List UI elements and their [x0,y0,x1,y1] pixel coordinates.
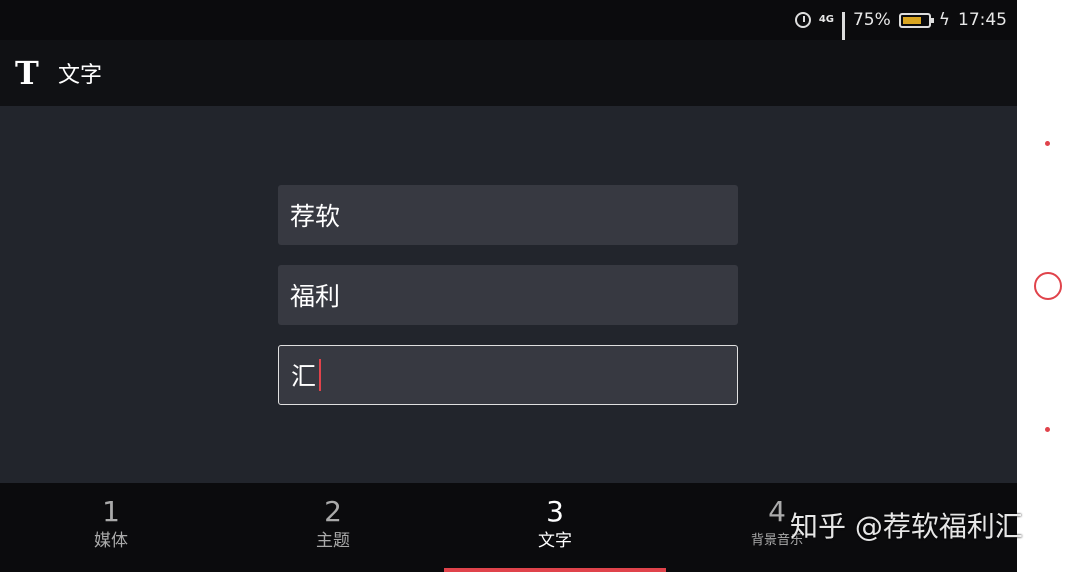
app-screen: 4G 75% ϟ 17:45 T 文字 荐软 福利 汇 1 媒体 2 主题 3 文字 … [0,0,1017,572]
tab-indicator [444,568,666,572]
tab-label: 主题 [316,531,350,551]
clock: 17:45 [958,10,1007,30]
page-title: 文字 [58,63,103,88]
text-field-1[interactable]: 荐软 [278,185,738,245]
tab-theme[interactable]: 2 主题 [222,483,444,572]
tab-label: 文字 [538,531,572,551]
home-ring-icon[interactable] [1034,272,1062,300]
tab-text[interactable]: 3 文字 [444,483,666,572]
dot-icon[interactable] [1045,427,1050,432]
tab-number: 3 [546,495,564,528]
signal-icon [841,12,845,55]
text-field-2[interactable]: 福利 [278,265,738,325]
battery-fill [902,16,921,24]
watermark: 知乎 @荐软福利汇 [790,505,1023,545]
tab-media[interactable]: 1 媒体 [0,483,222,572]
field-3-value: 汇 [291,362,317,391]
text-icon: T [15,54,39,92]
text-cursor [319,359,322,391]
text-field-3[interactable]: 汇 [278,345,738,405]
watermark-text: 知乎 @荐软福利汇 [790,510,1023,543]
battery-percent: 75% [852,10,891,30]
charging-icon: ϟ [938,10,950,30]
status-bar: 4G 75% ϟ 17:45 [0,0,1017,55]
alarm-icon [794,12,811,28]
tab-number: 2 [324,495,342,528]
battery-icon [898,12,934,28]
field-1-value: 荐软 [290,202,341,231]
network-type: 4G [818,14,834,25]
title-bar: T 文字 [0,40,1017,106]
dot-icon[interactable] [1045,141,1050,146]
tab-number: 1 [102,495,120,528]
tab-label: 媒体 [94,531,128,551]
field-2-value: 福利 [290,282,341,311]
